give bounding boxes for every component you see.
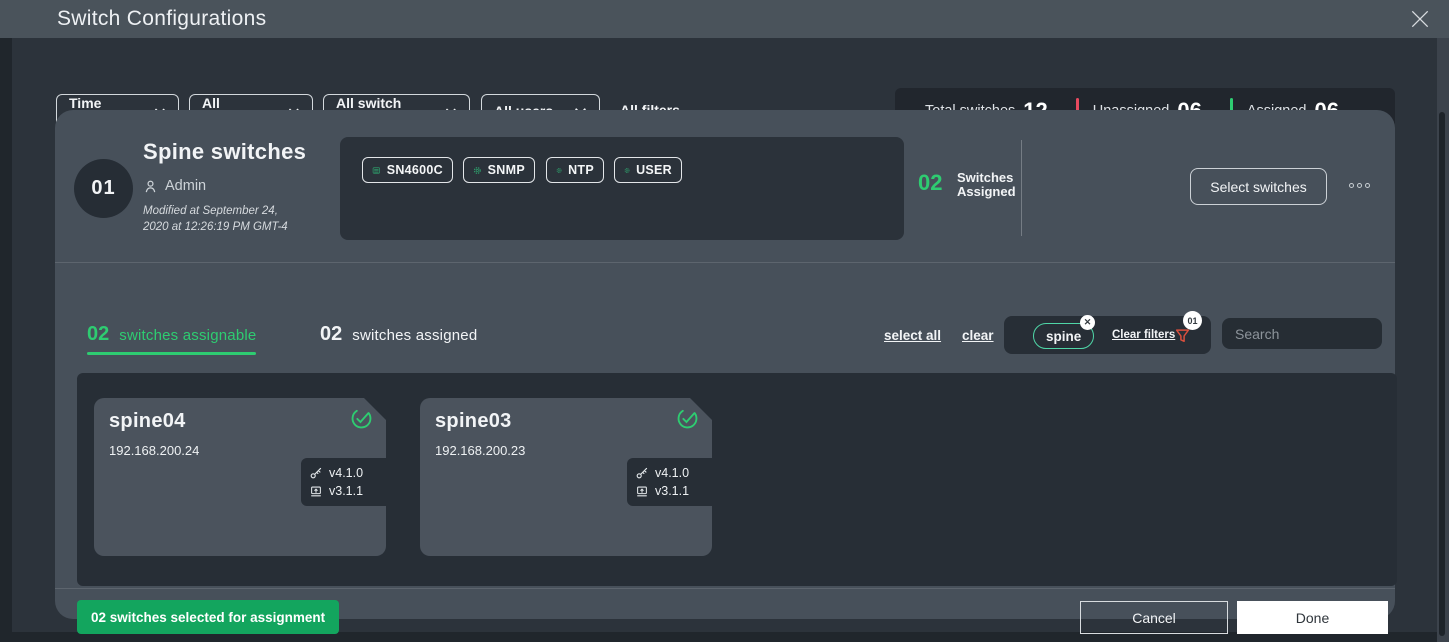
key-icon (309, 466, 323, 480)
switch-ip: 192.168.200.24 (109, 443, 199, 458)
tag-user[interactable]: USER (614, 157, 682, 183)
tab-switches-assigned[interactable]: 02 switches assigned (320, 323, 477, 346)
dialog-body: Time Range All switches All switch types… (12, 38, 1449, 632)
switch-group-panel: 01 Spine switches Admin Modified at Sept… (55, 110, 1395, 619)
fw-version-row: v3.1.1 (635, 484, 712, 498)
tag-label: NTP (568, 163, 594, 177)
gear-icon (624, 163, 630, 178)
active-filters-bar: spine ✕ Clear filters 01 (1004, 316, 1211, 354)
assigned-count: 02 (918, 170, 942, 196)
done-button[interactable]: Done (1237, 601, 1388, 634)
divider (55, 588, 1395, 589)
tag-label: USER (636, 163, 672, 177)
tag-label: SN4600C (387, 163, 443, 177)
filter-count-badge: 01 (1183, 311, 1202, 330)
clear-link[interactable]: clear (962, 328, 994, 343)
key-icon (635, 466, 649, 480)
os-version: v4.1.0 (329, 466, 363, 480)
switch-name: spine03 (435, 410, 512, 433)
switch-ip: 192.168.200.23 (435, 443, 525, 458)
clear-filters-link[interactable]: Clear filters (1112, 329, 1175, 341)
switch-card-spine03[interactable]: spine03 192.168.200.23 v4.1.0 v3.1.1 (420, 398, 712, 556)
tag-label: SNMP (488, 163, 525, 177)
config-tags-box: SN4600C SNMP NTP USER (340, 137, 904, 240)
select-switches-button[interactable]: Select switches (1190, 168, 1327, 205)
firmware-icon (309, 484, 323, 498)
scrollbar-thumb[interactable] (1439, 112, 1445, 636)
tab-count: 02 (320, 323, 342, 346)
tab-switches-assignable[interactable]: 02 switches assignable (87, 323, 256, 346)
switch-name: spine04 (109, 410, 186, 433)
search-input[interactable] (1235, 326, 1416, 342)
fw-version: v3.1.1 (329, 484, 363, 498)
more-options-icon[interactable] (1349, 183, 1370, 188)
tag-snmp[interactable]: SNMP (463, 157, 535, 183)
fw-version: v3.1.1 (655, 484, 689, 498)
close-button[interactable] (1405, 5, 1435, 33)
funnel-filter-icon[interactable] (1174, 327, 1191, 350)
switch-rack-icon (372, 163, 381, 178)
gear-icon (556, 163, 562, 178)
scrollbar-track[interactable] (1437, 38, 1449, 642)
os-version-row: v4.1.0 (635, 466, 712, 480)
firmware-icon (635, 484, 649, 498)
selection-summary-banner: 02 switches selected for assignment (77, 600, 339, 634)
page-title: Switch Configurations (57, 7, 266, 31)
divider (1021, 140, 1022, 236)
tab-label: switches assignable (119, 327, 256, 344)
person-icon (143, 179, 158, 194)
tag-ntp[interactable]: NTP (546, 157, 604, 183)
selected-check-icon[interactable] (349, 406, 374, 436)
active-tab-underline (87, 352, 256, 355)
os-version: v4.1.0 (655, 466, 689, 480)
group-index-badge: 01 (74, 159, 133, 218)
tab-count: 02 (87, 323, 109, 346)
switch-card-spine04[interactable]: spine04 192.168.200.24 v4.1.0 v3.1.1 (94, 398, 386, 556)
select-all-link[interactable]: select all (884, 328, 941, 343)
version-box: v4.1.0 v3.1.1 (301, 458, 386, 506)
switch-cards-area: spine04 192.168.200.24 v4.1.0 v3.1.1 (77, 373, 1397, 586)
dialog-titlebar: Switch Configurations (0, 0, 1449, 38)
os-version-row: v4.1.0 (309, 466, 386, 480)
tab-label: switches assigned (352, 327, 477, 344)
version-box: v4.1.0 v3.1.1 (627, 458, 712, 506)
group-modified-timestamp: Modified at September 24, 2020 at 12:26:… (143, 204, 288, 235)
cancel-button[interactable]: Cancel (1080, 601, 1228, 634)
assigned-count-label: Switches Assigned (957, 171, 1016, 198)
selected-check-icon[interactable] (675, 406, 700, 436)
divider (55, 262, 1395, 263)
gear-icon (473, 163, 482, 178)
close-icon (1409, 8, 1431, 30)
owner-name: Admin (165, 178, 206, 194)
search-box (1222, 318, 1382, 349)
remove-chip-icon[interactable]: ✕ (1080, 315, 1095, 330)
group-title: Spine switches (143, 139, 306, 165)
tag-sn4600c[interactable]: SN4600C (362, 157, 453, 183)
group-owner: Admin (143, 178, 206, 194)
fw-version-row: v3.1.1 (309, 484, 386, 498)
